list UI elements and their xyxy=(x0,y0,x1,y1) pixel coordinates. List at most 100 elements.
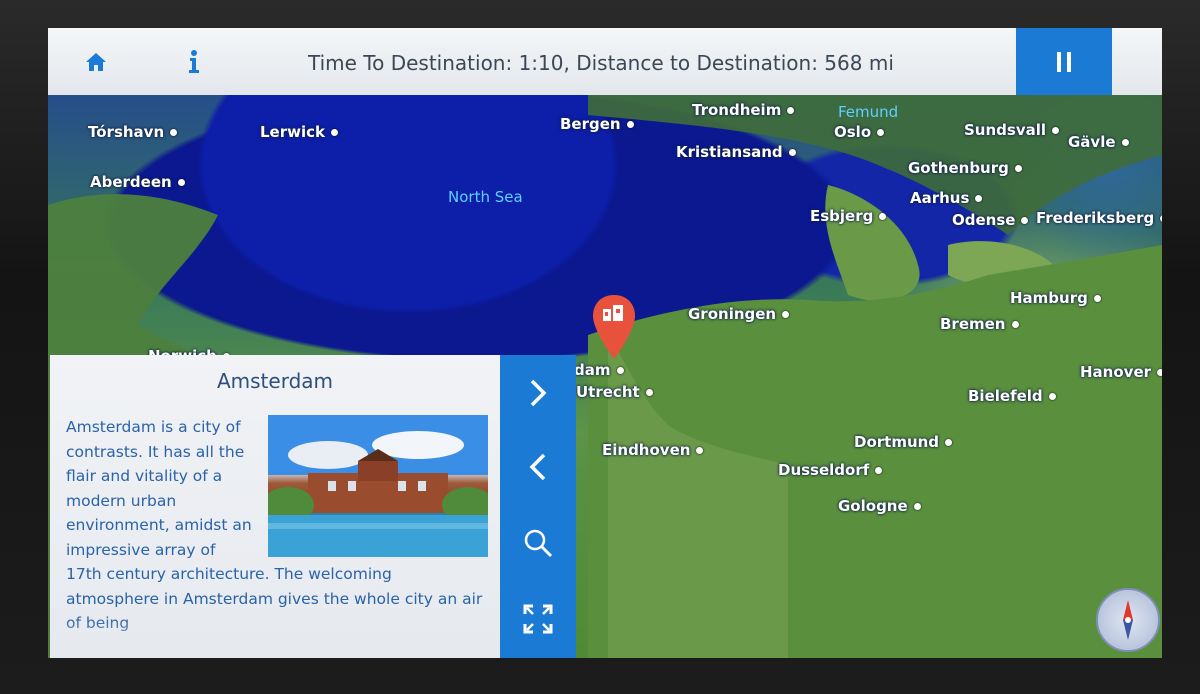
city-dot xyxy=(1011,320,1019,328)
city-dot xyxy=(1121,138,1129,146)
city-label: Eindhoven xyxy=(602,441,691,459)
city-gothenburg[interactable]: Gothenburg xyxy=(908,159,1022,177)
city-dot xyxy=(1014,164,1022,172)
city-info-title: Amsterdam xyxy=(216,369,334,393)
text-fade xyxy=(50,618,500,658)
chevron-left-icon xyxy=(529,453,546,481)
city-label: Trondheim xyxy=(692,101,782,119)
city-dot xyxy=(177,178,185,186)
city-info-description: Amsterdam is a city of contrasts. It has… xyxy=(66,415,486,636)
city-trondheim[interactable]: Trondheim xyxy=(692,101,795,119)
info-icon xyxy=(189,50,199,73)
sea-label-north-sea: North Sea xyxy=(448,188,523,206)
city-label: dam xyxy=(574,361,611,379)
city-torshavn[interactable]: Tórshavn xyxy=(88,123,178,141)
city-lerwick[interactable]: Lerwick xyxy=(260,123,338,141)
city-hanover[interactable]: Hanover xyxy=(1080,363,1162,381)
city-dot xyxy=(1093,294,1101,302)
city-dot xyxy=(1048,392,1056,400)
city-dot xyxy=(170,128,178,136)
city-aarhus[interactable]: Aarhus xyxy=(910,189,983,207)
city-sundsvall[interactable]: Sundsvall xyxy=(964,121,1060,139)
city-label: Esbjerg xyxy=(810,207,874,225)
city-label: Gothenburg xyxy=(908,159,1009,177)
city-label: Sundsvall xyxy=(964,121,1047,139)
city-dot xyxy=(913,502,921,510)
city-label: Gävle xyxy=(1068,133,1116,151)
top-bar: Time To Destination: 1:10, Distance to D… xyxy=(48,28,1162,96)
city-dot xyxy=(879,212,887,220)
city-bremen[interactable]: Bremen xyxy=(940,315,1019,333)
city-dot xyxy=(696,446,704,454)
next-button[interactable] xyxy=(500,363,576,423)
compass-button[interactable] xyxy=(1096,588,1160,652)
city-oslo[interactable]: Oslo xyxy=(834,123,885,141)
city-hamburg[interactable]: Hamburg xyxy=(1010,289,1101,307)
fullscreen-button[interactable] xyxy=(500,589,576,649)
city-dot xyxy=(945,438,953,446)
magnifier-icon xyxy=(524,529,553,558)
city-dot xyxy=(331,128,338,136)
city-odense[interactable]: Odense xyxy=(952,211,1029,229)
city-label: Hanover xyxy=(1080,363,1152,381)
city-pin-icon[interactable] xyxy=(590,293,638,361)
city-eindhoven[interactable]: Eindhoven xyxy=(602,441,704,459)
city-aberdeen[interactable]: Aberdeen xyxy=(90,173,185,191)
city-label: Aberdeen xyxy=(90,173,172,191)
city-dot xyxy=(616,366,624,374)
city-dusseldorf[interactable]: Dusseldorf xyxy=(778,461,883,479)
city-dot xyxy=(1021,216,1029,224)
city-groningen[interactable]: Groningen xyxy=(688,305,790,323)
home-icon xyxy=(86,53,106,71)
flight-map-screen: Time To Destination: 1:10, Distance to D… xyxy=(48,28,1162,658)
city-cologne[interactable]: Gologne xyxy=(838,497,921,515)
city-label: Bergen xyxy=(560,115,621,133)
image-spacer xyxy=(254,415,486,557)
city-dot xyxy=(1157,368,1162,376)
city-dot xyxy=(787,106,795,114)
city-gavle[interactable]: Gävle xyxy=(1068,133,1129,151)
previous-button[interactable] xyxy=(500,437,576,497)
city-amsterdam[interactable]: dam xyxy=(574,361,624,379)
compass-icon xyxy=(1123,600,1133,640)
city-dot xyxy=(626,120,634,128)
info-button[interactable] xyxy=(170,38,218,86)
city-label: Bielefeld xyxy=(968,387,1043,405)
city-info-panel: Amsterdam Amsterdam is a city of contras… xyxy=(50,355,500,658)
city-label: Aarhus xyxy=(910,189,970,207)
city-label: Hamburg xyxy=(1010,289,1088,307)
city-kristiansand[interactable]: Kristiansand xyxy=(676,143,796,161)
expand-icon xyxy=(523,604,553,634)
pause-icon xyxy=(1057,51,1071,72)
city-label: Frederiksberg xyxy=(1036,209,1155,227)
city-dot xyxy=(1052,126,1060,134)
destination-status: Time To Destination: 1:10, Distance to D… xyxy=(308,51,894,75)
city-dot xyxy=(788,148,796,156)
search-button[interactable] xyxy=(500,513,576,573)
city-esbjerg[interactable]: Esbjerg xyxy=(810,207,887,225)
city-label: Tórshavn xyxy=(88,123,165,141)
city-label: Bremen xyxy=(940,315,1006,333)
city-label: Groningen xyxy=(688,305,777,323)
city-dortmund[interactable]: Dortmund xyxy=(854,433,953,451)
city-label: Odense xyxy=(952,211,1016,229)
city-label: Dortmund xyxy=(854,433,940,451)
chevron-right-icon xyxy=(530,379,547,407)
city-label: Dusseldorf xyxy=(778,461,870,479)
city-label: Oslo xyxy=(834,123,872,141)
lake-label-femund: Femund xyxy=(838,103,899,121)
city-bergen[interactable]: Bergen xyxy=(560,115,634,133)
city-utrecht[interactable]: Utrecht xyxy=(576,383,653,401)
city-dot xyxy=(875,466,883,474)
city-dot xyxy=(1160,214,1162,222)
city-frederiksberg[interactable]: Frederiksberg xyxy=(1036,209,1162,227)
city-dot xyxy=(782,310,790,318)
pause-button[interactable] xyxy=(1016,28,1112,95)
city-bielefeld[interactable]: Bielefeld xyxy=(968,387,1056,405)
home-button[interactable] xyxy=(72,38,120,86)
city-label: Gologne xyxy=(838,497,908,515)
city-label: Kristiansand xyxy=(676,143,783,161)
city-dot xyxy=(975,194,983,202)
city-label: Lerwick xyxy=(260,123,325,141)
city-label: Utrecht xyxy=(576,383,640,401)
